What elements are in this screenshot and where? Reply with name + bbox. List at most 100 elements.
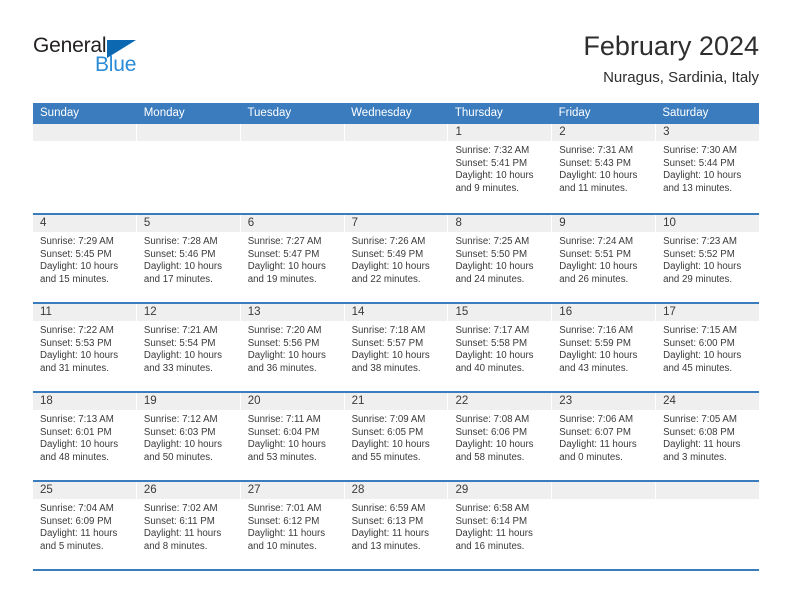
day-cell-12[interactable]: 12 Sunrise: 7:21 AM Sunset: 5:54 PM Dayligh…	[136, 304, 241, 391]
day-details: Sunrise: 7:13 AM Sunset: 6:01 PM Daylight:…	[33, 410, 136, 464]
sunset-text: Sunset: 5:53 PM	[40, 337, 112, 349]
day-details: Sunrise: 7:32 AM Sunset: 5:41 PM Daylight:…	[448, 141, 551, 195]
day-cell-14[interactable]: 14 Sunrise: 7:18 AM Sunset: 5:57 PM Dayligh…	[344, 304, 449, 391]
day-number: 12	[136, 304, 240, 321]
sunset-text: Sunset: 6:03 PM	[143, 426, 216, 438]
sunrise-text: Sunrise: 7:01 AM	[247, 503, 322, 514]
sunset-text: Sunset: 5:44 PM	[663, 157, 735, 169]
day-cell-7[interactable]: 7 Sunrise: 7:26 AM Sunset: 5:49 PM Daylight…	[344, 215, 449, 302]
daylight-text: and 43 minutes.	[559, 362, 629, 374]
sunrise-text: Sunrise: 7:20 AM	[247, 325, 322, 336]
day-cell-29[interactable]: 29 Sunrise: 6:58 AM Sunset: 6:14 PM Dayligh…	[448, 482, 553, 569]
day-cell-6[interactable]: 6 Sunrise: 7:27 AM Sunset: 5:47 PM Daylight…	[240, 215, 345, 302]
daylight-text: and 9 minutes.	[455, 182, 519, 194]
day-details: Sunrise: 7:09 AM Sunset: 6:05 PM Daylight:…	[345, 410, 448, 464]
sunrise-text: Sunrise: 7:29 AM	[40, 236, 114, 247]
daylight-text: and 58 minutes.	[455, 451, 525, 463]
daylight-text: and 53 minutes.	[247, 451, 317, 463]
day-cell-1[interactable]: 1 Sunrise: 7:32 AM Sunset: 5:41 PM Daylight…	[448, 124, 553, 213]
day-cell-17[interactable]: 17 Sunrise: 7:15 AM Sunset: 6:00 PM Dayligh…	[656, 304, 760, 391]
sunset-text: Sunset: 5:47 PM	[247, 248, 320, 260]
daylight-text: Daylight: 10 hours	[40, 439, 119, 451]
day-details: Sunrise: 7:25 AM Sunset: 5:50 PM Daylight:…	[448, 232, 551, 286]
day-cell-24[interactable]: 24 Sunrise: 7:05 AM Sunset: 6:08 PM Dayligh…	[656, 393, 760, 480]
day-details: Sunrise: 7:08 AM Sunset: 6:06 PM Daylight:…	[448, 410, 551, 464]
daylight-text: Daylight: 10 hours	[247, 439, 326, 451]
day-cell-20[interactable]: 20 Sunrise: 7:11 AM Sunset: 6:04 PM Dayligh…	[240, 393, 345, 480]
day-details: Sunrise: 7:23 AM Sunset: 5:52 PM Daylight:…	[656, 232, 759, 286]
daylight-text: Daylight: 10 hours	[559, 350, 638, 362]
day-details: Sunrise: 7:06 AM Sunset: 6:07 PM Daylight:…	[552, 410, 655, 464]
day-number: 8	[448, 215, 552, 232]
sunset-text: Sunset: 6:01 PM	[40, 426, 112, 438]
day-cell-16[interactable]: 16 Sunrise: 7:16 AM Sunset: 5:59 PM Dayligh…	[552, 304, 657, 391]
day-cell-27[interactable]: 27 Sunrise: 7:01 AM Sunset: 6:12 PM Dayligh…	[240, 482, 345, 569]
day-number	[240, 124, 344, 141]
brand-logo[interactable]: General Blue	[33, 34, 233, 90]
daylight-text: Daylight: 10 hours	[455, 170, 534, 182]
daylight-text: Daylight: 10 hours	[40, 350, 119, 362]
day-cell-empty	[344, 124, 449, 213]
day-details: Sunrise: 7:24 AM Sunset: 5:51 PM Daylight:…	[552, 232, 655, 286]
day-cell-15[interactable]: 15 Sunrise: 7:17 AM Sunset: 5:58 PM Dayligh…	[448, 304, 553, 391]
day-number: 23	[552, 393, 656, 410]
sunset-text: Sunset: 5:50 PM	[455, 248, 528, 260]
daylight-text: Daylight: 10 hours	[247, 350, 326, 362]
sunset-text: Sunset: 5:41 PM	[455, 157, 528, 169]
day-number	[136, 124, 240, 141]
sunrise-text: Sunrise: 7:18 AM	[351, 325, 426, 336]
day-cell-18[interactable]: 18 Sunrise: 7:13 AM Sunset: 6:01 PM Dayligh…	[33, 393, 137, 480]
day-details: Sunrise: 7:27 AM Sunset: 5:47 PM Daylight:…	[241, 232, 344, 286]
day-cell-21[interactable]: 21 Sunrise: 7:09 AM Sunset: 6:05 PM Dayligh…	[344, 393, 449, 480]
day-cell-5[interactable]: 5 Sunrise: 7:28 AM Sunset: 5:46 PM Daylight…	[136, 215, 241, 302]
sunset-text: Sunset: 6:04 PM	[247, 426, 320, 438]
day-cell-3[interactable]: 3 Sunrise: 7:30 AM Sunset: 5:44 PM Daylight…	[656, 124, 760, 213]
daylight-text: and 11 minutes.	[559, 182, 628, 194]
daylight-text: Daylight: 11 hours	[143, 528, 222, 540]
sunrise-text: Sunrise: 6:59 AM	[351, 503, 426, 514]
day-cell-19[interactable]: 19 Sunrise: 7:12 AM Sunset: 6:03 PM Dayligh…	[136, 393, 241, 480]
day-number	[552, 482, 656, 499]
day-number: 7	[344, 215, 448, 232]
day-number: 18	[33, 393, 136, 410]
daylight-text: and 36 minutes.	[247, 362, 317, 374]
daylight-text: and 33 minutes.	[143, 362, 213, 374]
day-number: 24	[656, 393, 760, 410]
daylight-text: Daylight: 11 hours	[40, 528, 118, 540]
weekday-header-monday: Monday	[143, 107, 185, 119]
sunset-text: Sunset: 6:07 PM	[559, 426, 631, 438]
day-number: 28	[344, 482, 448, 499]
day-cell-28[interactable]: 28 Sunrise: 6:59 AM Sunset: 6:13 PM Dayligh…	[344, 482, 449, 569]
sunrise-text: Sunrise: 7:16 AM	[559, 325, 634, 336]
day-cell-empty	[656, 482, 760, 569]
sunset-text: Sunset: 5:58 PM	[455, 337, 528, 349]
sunrise-text: Sunrise: 7:17 AM	[455, 325, 530, 336]
day-cell-2[interactable]: 2 Sunrise: 7:31 AM Sunset: 5:43 PM Daylight…	[552, 124, 657, 213]
day-cell-26[interactable]: 26 Sunrise: 7:02 AM Sunset: 6:11 PM Dayligh…	[136, 482, 241, 569]
day-cell-9[interactable]: 9 Sunrise: 7:24 AM Sunset: 5:51 PM Daylight…	[552, 215, 657, 302]
sunrise-text: Sunrise: 7:30 AM	[663, 145, 737, 156]
sunset-text: Sunset: 5:46 PM	[143, 248, 216, 260]
daylight-text: and 24 minutes.	[455, 273, 525, 285]
sunrise-text: Sunrise: 7:11 AM	[247, 414, 321, 425]
daylight-text: and 48 minutes.	[40, 451, 109, 463]
page-subtitle: Nuragus, Sardinia, Italy	[603, 69, 759, 86]
day-cell-4[interactable]: 4 Sunrise: 7:29 AM Sunset: 5:45 PM Daylight…	[33, 215, 137, 302]
sunset-text: Sunset: 5:49 PM	[351, 248, 424, 260]
day-cell-23[interactable]: 23 Sunrise: 7:06 AM Sunset: 6:07 PM Dayligh…	[552, 393, 657, 480]
day-details: Sunrise: 6:59 AM Sunset: 6:13 PM Daylight:…	[345, 499, 448, 553]
day-cell-22[interactable]: 22 Sunrise: 7:08 AM Sunset: 6:06 PM Dayligh…	[448, 393, 553, 480]
day-cell-11[interactable]: 11 Sunrise: 7:22 AM Sunset: 5:53 PM Dayligh…	[33, 304, 137, 391]
day-cell-13[interactable]: 13 Sunrise: 7:20 AM Sunset: 5:56 PM Dayligh…	[240, 304, 345, 391]
day-cell-25[interactable]: 25 Sunrise: 7:04 AM Sunset: 6:09 PM Dayligh…	[33, 482, 137, 569]
day-number: 2	[552, 124, 656, 141]
day-cell-10[interactable]: 10 Sunrise: 7:23 AM Sunset: 5:52 PM Dayligh…	[656, 215, 760, 302]
calendar-week-row: 25 Sunrise: 7:04 AM Sunset: 6:09 PM Dayligh…	[33, 480, 760, 569]
daylight-text: and 45 minutes.	[663, 362, 733, 374]
day-details	[137, 141, 240, 145]
day-cell-8[interactable]: 8 Sunrise: 7:25 AM Sunset: 5:50 PM Daylight…	[448, 215, 553, 302]
day-details: Sunrise: 7:04 AM Sunset: 6:09 PM Daylight:…	[33, 499, 136, 553]
sunset-text: Sunset: 6:08 PM	[663, 426, 735, 438]
daylight-text: and 8 minutes.	[143, 540, 208, 552]
daylight-text: and 29 minutes.	[663, 273, 733, 285]
